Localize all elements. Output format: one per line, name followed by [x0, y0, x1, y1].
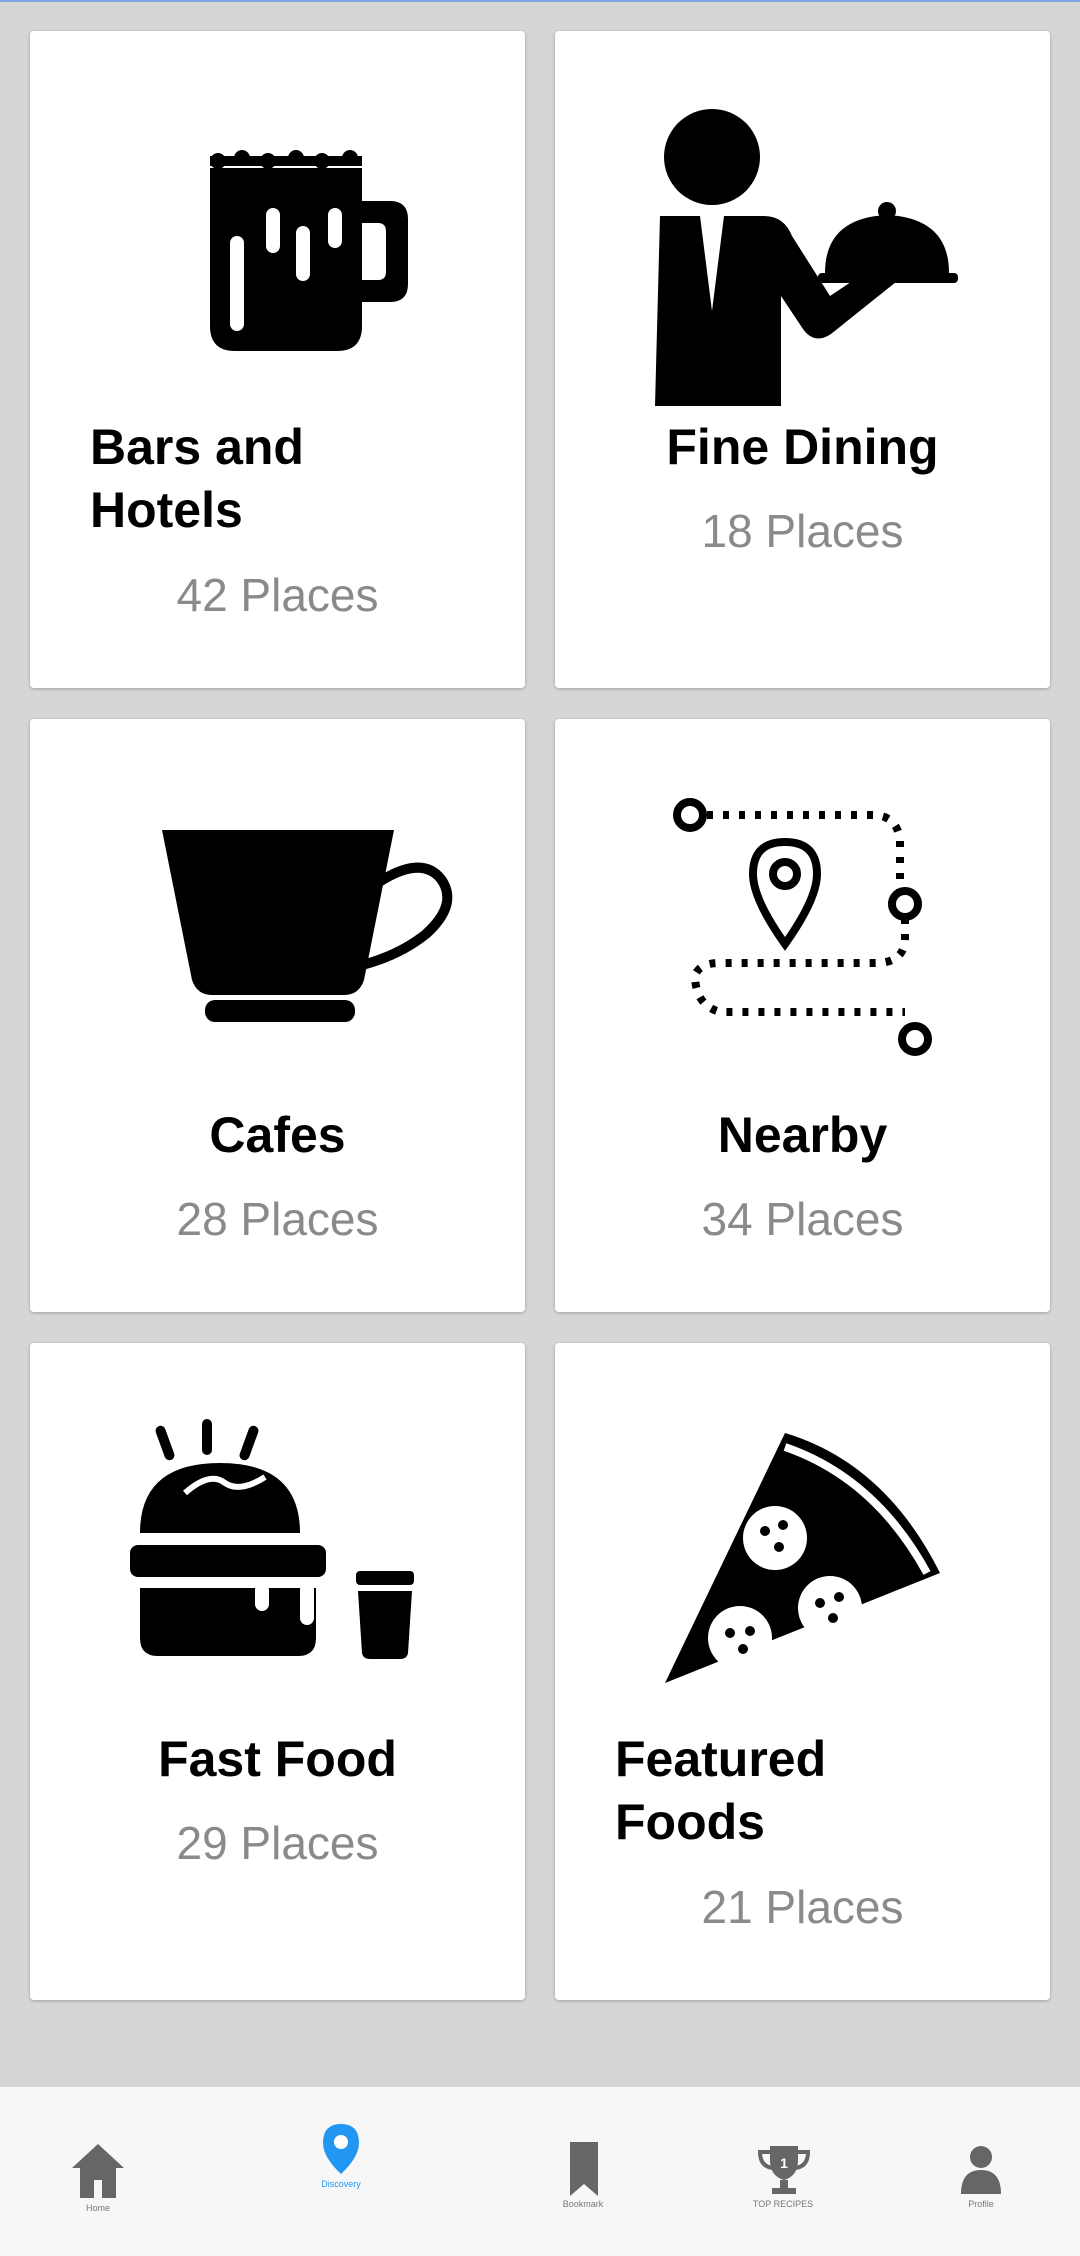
category-title: Fast Food	[158, 1731, 397, 1787]
category-title: Fine Dining	[666, 419, 939, 475]
profile-icon	[961, 2146, 1001, 2194]
category-title: Featured Foods	[615, 1731, 827, 1850]
category-count: 21 Places	[701, 1881, 904, 1933]
nav-label: Discovery	[321, 2179, 361, 2189]
category-card-fast-food[interactable]: Fast Food 29 Places	[30, 1343, 525, 2000]
coffee-cup-icon	[162, 830, 453, 1022]
category-count: 29 Places	[176, 1817, 379, 1869]
home-icon	[72, 2144, 124, 2198]
svg-text:1: 1	[780, 2155, 788, 2171]
nav-home[interactable]: Home	[0, 2087, 216, 2256]
nav-label: Home	[85, 2203, 110, 2213]
beer-mug-icon	[210, 150, 408, 351]
category-count: 28 Places	[176, 1193, 379, 1245]
nav-label: Profile	[968, 2199, 994, 2209]
status-divider	[0, 0, 1080, 2]
category-count: 42 Places	[176, 569, 379, 621]
map-pin-icon	[323, 2124, 359, 2174]
category-card-cafes[interactable]: Cafes 28 Places	[30, 719, 525, 1312]
bookmark-icon	[570, 2142, 598, 2196]
category-card-bars-and-hotels[interactable]: Bars and Hotels 42 Places	[30, 31, 525, 688]
category-card-nearby[interactable]: Nearby 34 Places	[555, 719, 1050, 1312]
category-card-fine-dining[interactable]: Fine Dining 18 Places	[555, 31, 1050, 688]
pizza-slice-icon	[665, 1433, 940, 1683]
category-title: Cafes	[209, 1107, 346, 1163]
nav-bookmark[interactable]: Bookmark	[432, 2087, 648, 2256]
nav-discovery[interactable]: Discovery	[216, 2087, 432, 2256]
nav-profile[interactable]: Profile	[864, 2087, 1080, 2256]
nav-top-recipes[interactable]: 1 TOP RECIPES	[648, 2087, 864, 2256]
route-pin-icon	[673, 798, 932, 1056]
category-title: Bars and Hotels	[90, 419, 304, 538]
category-count: 18 Places	[701, 505, 904, 557]
category-count: 34 Places	[701, 1193, 904, 1245]
category-title: Nearby	[717, 1107, 888, 1163]
trophy-icon: 1	[757, 2146, 811, 2194]
burger-drink-icon	[130, 1419, 414, 1659]
category-card-featured-foods[interactable]: Featured Foods 21 Places	[555, 1343, 1050, 2000]
waiter-cloche-icon	[655, 109, 958, 406]
bottom-navigation: Home Discovery Bookmark 1 TOP RECIPES Pr	[0, 2087, 1080, 2256]
nav-label: TOP RECIPES	[752, 2199, 814, 2209]
